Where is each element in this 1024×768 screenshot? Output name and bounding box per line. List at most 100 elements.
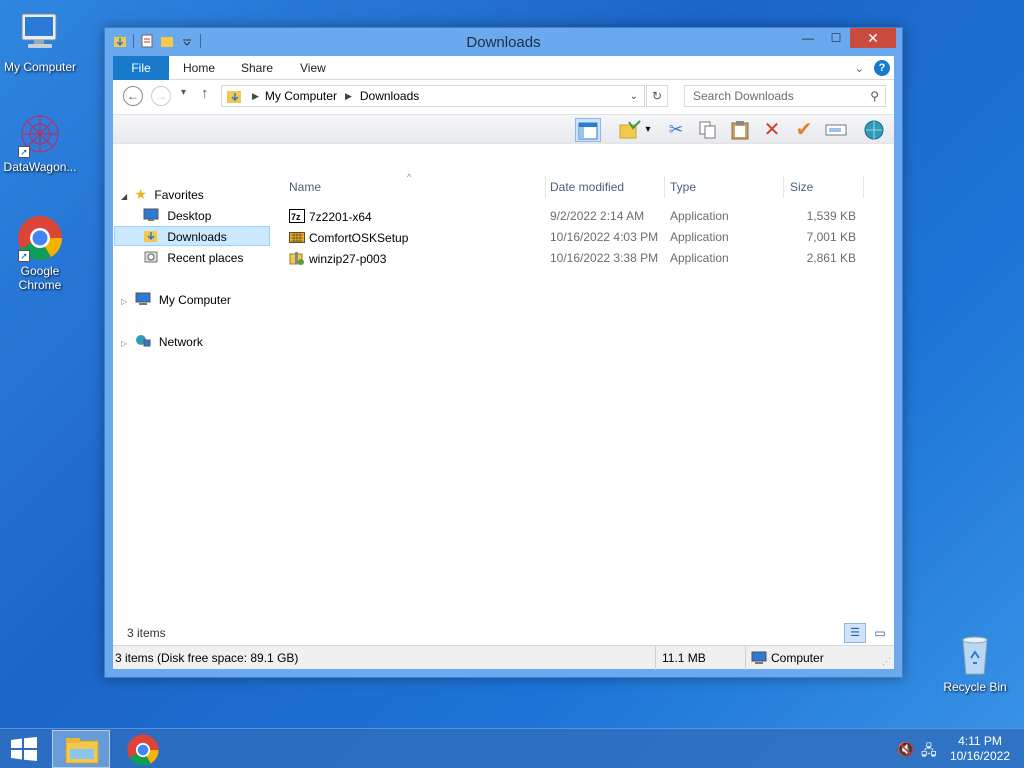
nav-downloads[interactable]: Downloads xyxy=(114,226,270,246)
item-count-bar: 3 items ☰ ▭ xyxy=(113,621,894,645)
ribbon-tabs: File Home Share View ⌄ ? xyxy=(113,56,894,80)
expand-arrow-icon[interactable]: ◢ xyxy=(121,192,127,201)
address-row: ← → ▾ ↑ ▶ My Computer ▶ Downloads ⌄ ↻ Se… xyxy=(113,80,894,114)
close-button[interactable]: ✕ xyxy=(850,28,896,48)
column-divider[interactable] xyxy=(863,176,864,198)
network-status-icon[interactable]: 🖧 xyxy=(921,740,937,764)
column-header-name[interactable]: Name xyxy=(289,180,321,194)
copy-icon[interactable] xyxy=(695,118,721,142)
rename-icon[interactable] xyxy=(823,118,849,142)
svg-text:7z: 7z xyxy=(291,212,301,222)
7zip-icon: 7z xyxy=(289,209,305,223)
file-size: 7,001 KB xyxy=(806,230,856,244)
collapsed-arrow-icon[interactable]: ▷ xyxy=(121,339,127,348)
collapsed-arrow-icon[interactable]: ▷ xyxy=(121,297,127,306)
file-size: 2,861 KB xyxy=(806,251,856,265)
nav-network[interactable]: ▷ Network xyxy=(121,332,203,352)
status-divider xyxy=(655,646,656,670)
nav-my-computer[interactable]: ▷ My Computer xyxy=(121,290,231,310)
desktop-icon-label: Google Chrome xyxy=(18,264,62,292)
chrome-icon: ➚ xyxy=(16,214,64,262)
desktop-icon-my-computer[interactable]: My Computer xyxy=(0,10,80,74)
forward-button[interactable]: → xyxy=(151,86,171,106)
help-icon[interactable]: ? xyxy=(874,60,890,76)
file-name: 7z 7z2201-x64 xyxy=(289,209,372,224)
tab-share[interactable]: Share xyxy=(241,56,273,80)
clock[interactable]: 4:11 PM 10/16/2022 xyxy=(950,734,1010,764)
tab-file[interactable]: File xyxy=(113,56,169,80)
folder-options-icon[interactable] xyxy=(617,118,643,142)
nav-recent-places[interactable]: Recent places xyxy=(143,248,243,268)
desktop-icon xyxy=(143,208,159,221)
paste-icon[interactable] xyxy=(727,118,753,142)
tab-home[interactable]: Home xyxy=(183,56,215,80)
address-bar[interactable]: ▶ My Computer ▶ Downloads ⌄ xyxy=(221,85,645,107)
refresh-button[interactable]: ↻ xyxy=(646,85,668,107)
recent-locations-icon[interactable]: ▾ xyxy=(181,87,186,98)
desktop-icon-google-chrome[interactable]: ➚ Google Chrome xyxy=(0,214,80,292)
minimize-button[interactable]: — xyxy=(794,28,822,48)
recycle-bin-icon xyxy=(951,630,999,678)
up-arrow-icon[interactable]: ↑ xyxy=(201,85,209,102)
search-icon: ⚲ xyxy=(870,89,879,103)
column-divider[interactable] xyxy=(664,176,665,198)
column-divider[interactable] xyxy=(783,176,784,198)
desktop-icon-recycle-bin[interactable]: Recycle Bin xyxy=(935,630,1015,694)
table-row[interactable]: winzip27-p003 10/16/2022 3:38 PM Applica… xyxy=(283,248,894,269)
breadcrumb-downloads[interactable]: Downloads xyxy=(360,89,419,103)
nav-favorites[interactable]: ◢ ★ Favorites xyxy=(121,184,204,204)
checkmark-icon[interactable]: ✔ xyxy=(791,118,817,142)
shortcut-arrow-icon: ➚ xyxy=(18,146,30,158)
column-divider[interactable] xyxy=(545,176,546,198)
resize-grip-icon[interactable]: ⋰ xyxy=(882,656,891,667)
file-explorer-icon xyxy=(65,738,99,764)
file-size: 1,539 KB xyxy=(806,209,856,223)
search-input[interactable]: Search Downloads ⚲ xyxy=(684,85,886,107)
title-bar[interactable]: Downloads — ☐ ✕ xyxy=(105,28,902,56)
winzip-icon xyxy=(289,252,304,265)
folder-options-dropdown-icon[interactable]: ▾ xyxy=(641,118,655,142)
clock-date: 10/16/2022 xyxy=(949,749,1010,763)
taskbar: 🔇 🖧 4:11 PM 10/16/2022 xyxy=(0,728,1024,768)
status-bar: 3 items (Disk free space: 89.1 GB) 11.1 … xyxy=(113,645,894,670)
status-detail: 3 items (Disk free space: 89.1 GB) xyxy=(115,651,299,665)
table-row[interactable]: ComfortOSKSetup 10/16/2022 4:03 PM Appli… xyxy=(283,227,894,248)
expand-ribbon-icon[interactable]: ⌄ xyxy=(855,62,864,75)
details-view-icon[interactable]: ☰ xyxy=(844,623,866,643)
recent-places-icon xyxy=(144,251,158,263)
taskbar-chrome[interactable] xyxy=(126,733,160,768)
computer-icon xyxy=(751,651,767,664)
chrome-icon xyxy=(127,734,159,766)
nav-desktop[interactable]: Desktop xyxy=(143,206,211,226)
shortcut-arrow-icon: ➚ xyxy=(18,250,30,262)
table-row[interactable]: 7z 7z2201-x64 9/2/2022 2:14 AM Applicatio… xyxy=(283,206,894,227)
search-placeholder: Search Downloads xyxy=(693,89,794,103)
maximize-button[interactable]: ☐ xyxy=(822,28,850,48)
window-controls: — ☐ ✕ xyxy=(794,28,896,48)
column-header-date[interactable]: Date modified xyxy=(550,180,624,194)
file-date: 10/16/2022 3:38 PM xyxy=(550,251,659,265)
clock-time: 4:11 PM xyxy=(958,734,1002,748)
address-dropdown-icon[interactable]: ⌄ xyxy=(630,91,638,102)
desktop-icon-label: My Computer xyxy=(3,60,77,74)
breadcrumb-my-computer[interactable]: My Computer xyxy=(265,89,337,103)
delete-icon[interactable]: ✕ xyxy=(759,118,785,142)
preview-pane-icon[interactable] xyxy=(575,118,601,142)
command-toolbar: ▾ ✂ ✕ ✔ xyxy=(113,114,894,144)
start-button[interactable] xyxy=(10,737,38,764)
tab-view[interactable]: View xyxy=(300,56,326,80)
volume-muted-icon[interactable]: 🔇 xyxy=(897,741,914,758)
taskbar-file-explorer[interactable] xyxy=(52,730,110,768)
downloads-folder-icon xyxy=(227,91,241,103)
cut-icon[interactable]: ✂ xyxy=(663,118,689,142)
file-date: 9/2/2022 2:14 AM xyxy=(550,209,645,223)
file-name: ComfortOSKSetup xyxy=(289,230,408,245)
large-icons-view-icon[interactable]: ▭ xyxy=(870,624,890,642)
column-header-size[interactable]: Size xyxy=(790,180,813,194)
file-type: Application xyxy=(670,251,729,265)
back-button[interactable]: ← xyxy=(123,86,143,106)
column-header-type[interactable]: Type xyxy=(670,180,696,194)
network-globe-icon[interactable] xyxy=(861,118,887,142)
desktop-icon-datawagon[interactable]: ➚ DataWagon... xyxy=(0,110,80,174)
monitor-icon xyxy=(16,10,64,58)
